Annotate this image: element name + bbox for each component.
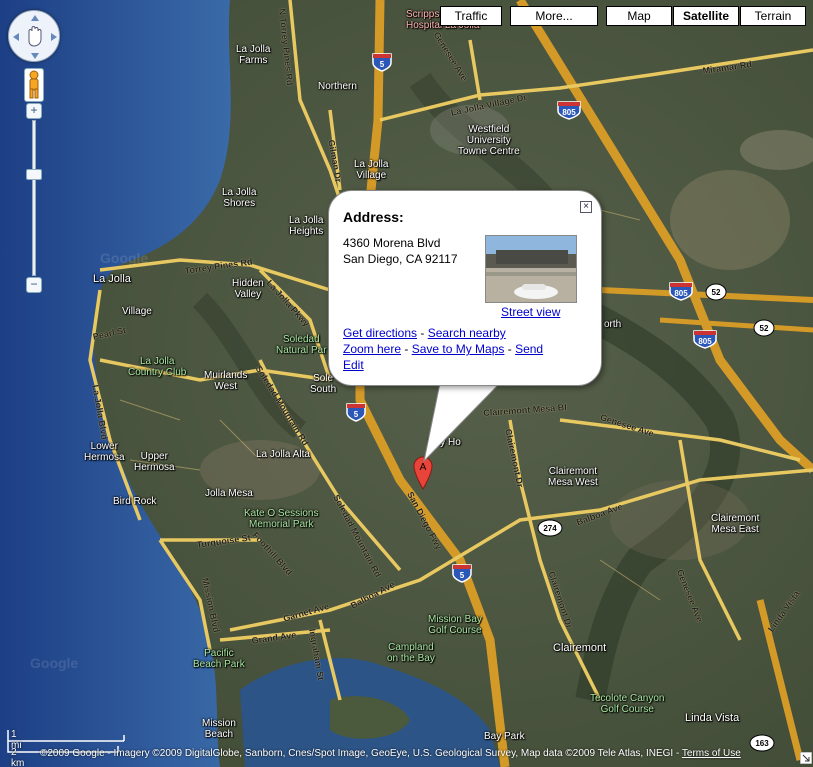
resize-corner-icon[interactable] [800, 752, 812, 764]
shield-number: 805 [698, 337, 712, 346]
park-label-soledad: Soledad Natural Par [276, 334, 327, 356]
interstate-shield-icon: 805 [557, 101, 581, 120]
place-label-clairemont-mesa-east: Clairemont Mesa East [711, 513, 760, 535]
address-line-1: 4360 Morena Blvd [343, 236, 441, 250]
state-route-shield-icon: 52 [753, 319, 775, 337]
separator: - [401, 342, 412, 356]
place-label-la-jolla-shores: La Jolla Shores [222, 187, 257, 209]
place-label-la-jolla-village: La Jolla Village [354, 159, 389, 181]
place-label-bay-park: Bay Park [484, 731, 525, 742]
attribution: ©2009 Google - Imagery ©2009 DigitalGlob… [40, 748, 741, 759]
zoom-slider-thumb[interactable] [26, 169, 42, 180]
scale-km: 2 km [11, 747, 25, 767]
state-route-shield-icon: 274 [537, 519, 563, 537]
marker-letter: A [420, 462, 427, 473]
traffic-button[interactable]: Traffic [440, 6, 502, 26]
terms-of-use-link[interactable]: Terms of Use [682, 748, 741, 759]
place-label-clairemont: Clairemont [553, 642, 607, 654]
state-route-shield-icon: 163 [749, 734, 775, 752]
place-label-bird-rock: Bird Rock [113, 496, 157, 507]
place-label-mission-beach: Mission Beach [202, 718, 236, 740]
street-view-pegman-icon[interactable] [24, 68, 44, 102]
address-line-2: San Diego, CA 92117 [343, 252, 458, 266]
place-label-north: orth [604, 319, 622, 330]
map-canvas[interactable]: Google Google Scripps Hospital La Jolla … [0, 0, 813, 767]
place-label-westfield: Westfield University Towne Centre [458, 124, 520, 157]
place-label-village: Village [122, 306, 152, 317]
interstate-shield-icon: 805 [669, 282, 693, 301]
pan-control[interactable] [8, 10, 60, 62]
place-label-lower-hermosa: Lower Hermosa [84, 441, 125, 463]
interstate-shield-icon: 805 [693, 330, 717, 349]
interstate-shield-icon: 5 [372, 53, 392, 72]
zoom-in-button[interactable]: + [26, 103, 42, 119]
shield-number: 52 [760, 324, 769, 333]
zoom-out-button[interactable]: − [26, 277, 42, 293]
shield-number: 163 [755, 739, 769, 748]
map-type-map-button[interactable]: Map [606, 6, 672, 26]
state-route-shield-icon: 52 [705, 283, 727, 301]
info-window-tail [423, 383, 501, 463]
save-to-my-maps-link[interactable]: Save to My Maps [412, 342, 505, 356]
street-view-link[interactable]: Street view [501, 305, 560, 319]
shield-number: 5 [460, 571, 465, 580]
interstate-shield-icon: 5 [346, 403, 366, 422]
place-label-la-jolla-heights: La Jolla Heights [289, 215, 324, 237]
map-type-terrain-button[interactable]: Terrain [740, 6, 806, 26]
more-button[interactable]: More... [510, 6, 598, 26]
shield-number: 52 [712, 288, 721, 297]
info-window-actions: Get directions - Search nearby Zoom here… [343, 325, 543, 373]
park-label-campland: Campland on the Bay [387, 642, 435, 664]
place-label-jolla-mesa: Jolla Mesa [205, 488, 253, 499]
shield-number: 274 [543, 524, 557, 533]
pan-hand-icon [13, 15, 57, 59]
info-window-title: Address: [343, 209, 404, 225]
shield-number: 5 [354, 410, 359, 419]
shield-number: 5 [380, 60, 385, 69]
map-type-satellite-button[interactable]: Satellite [673, 6, 739, 26]
google-watermark: Google [30, 655, 79, 671]
zoom-slider-track[interactable] [32, 120, 36, 276]
get-directions-link[interactable]: Get directions [343, 326, 417, 340]
edit-link[interactable]: Edit [343, 358, 364, 372]
place-label-clairemont-mesa-west: Clairemont Mesa West [548, 466, 598, 488]
separator: - [417, 326, 428, 340]
close-icon[interactable]: × [580, 201, 592, 213]
park-label-la-jolla-cc: La Jolla Country Club [128, 356, 187, 378]
park-label-tecolote: Tecolote Canyon Golf Course [590, 693, 665, 715]
shield-number: 805 [562, 108, 576, 117]
shield-number: 805 [674, 289, 688, 298]
place-label-la-jolla-farms: La Jolla Farms [236, 44, 271, 66]
place-label-hidden-valley: Hidden Valley [232, 278, 264, 300]
park-label-kate-sessions: Kate O Sessions Memorial Park [244, 508, 319, 530]
street-view-thumbnail[interactable] [485, 235, 577, 303]
info-window: Address: × 4360 Morena Blvd San Diego, C… [328, 190, 602, 386]
place-label-linda-vista: Linda Vista [685, 712, 740, 724]
send-link[interactable]: Send [515, 342, 543, 356]
address: 4360 Morena Blvd San Diego, CA 92117 [343, 235, 458, 267]
place-label-la-jolla-alta: La Jolla Alta [256, 449, 310, 460]
separator: - [504, 342, 516, 356]
interstate-shield-icon: 5 [452, 564, 472, 583]
place-label-northern: Northern [318, 81, 357, 92]
place-label-muirlands-west: Muirlands West [204, 370, 248, 392]
place-label-upper-hermosa: Upper Hermosa [134, 451, 175, 473]
place-label-la-jolla: La Jolla [93, 273, 131, 285]
attribution-text: ©2009 Google - Imagery ©2009 DigitalGlob… [40, 748, 682, 759]
park-label-pacific-beach: Pacific Beach Park [193, 648, 245, 670]
zoom-here-link[interactable]: Zoom here [343, 342, 401, 356]
search-nearby-link[interactable]: Search nearby [428, 326, 506, 340]
park-label-mission-bay-golf: Mission Bay Golf Course [428, 614, 482, 636]
google-watermark: Google [100, 250, 149, 266]
